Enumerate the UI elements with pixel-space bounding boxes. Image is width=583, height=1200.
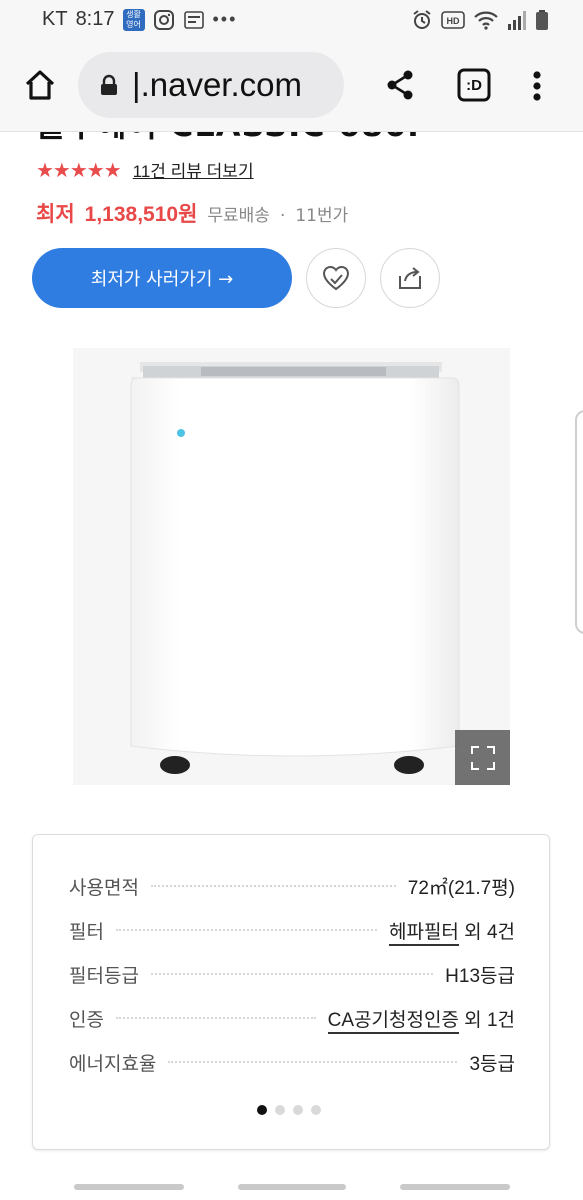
- spec-card: 사용면적 72㎡(21.7평) 필터 헤파필터 외 4건 필터등급 H13등급 …: [32, 834, 550, 1150]
- spec-row: 에너지효율 3등급: [69, 1045, 515, 1079]
- nav-hint-center: [238, 1184, 346, 1190]
- spec-link[interactable]: 헤파필터: [388, 921, 459, 946]
- spec-label: 필터등급: [69, 964, 139, 987]
- spec-value: 72㎡(21.7평): [407, 877, 515, 899]
- hd-icon: HD: [441, 11, 465, 29]
- spec-label: 필터: [69, 920, 104, 943]
- title-clip: 블루에어 CLASSIC 680i: [0, 132, 583, 148]
- shipping-info: 무료배송: [207, 206, 270, 226]
- signal-icon: [508, 11, 526, 30]
- dotted-leader: [115, 929, 377, 931]
- seller-name: 11번가: [295, 206, 349, 226]
- share-out-icon: [399, 267, 421, 289]
- fullscreen-icon: [470, 745, 495, 770]
- star-rating: ★★★★★: [36, 157, 122, 182]
- dotted-leader: [115, 1017, 316, 1019]
- share-product-button[interactable]: [380, 248, 440, 308]
- heart-icon: [322, 265, 350, 291]
- more-menu-button[interactable]: [520, 64, 554, 108]
- dotted-leader: [150, 885, 396, 887]
- home-button[interactable]: [18, 60, 62, 110]
- spec-suffix: 외 1건: [458, 1009, 515, 1031]
- buy-button-label: 최저가 사러가기 →: [90, 269, 234, 290]
- spec-suffix: 외 4건: [458, 921, 515, 943]
- product-title: 블루에어 CLASSIC 680i: [36, 132, 420, 146]
- page-dot[interactable]: [293, 1105, 303, 1115]
- alarm-icon: [413, 10, 431, 29]
- page-dot[interactable]: [311, 1105, 321, 1115]
- battery-icon: [536, 10, 548, 30]
- product-image[interactable]: [73, 348, 510, 785]
- url-text: |.naver.com: [132, 66, 302, 103]
- spec-label: 인증: [69, 1008, 104, 1031]
- share-button[interactable]: [378, 62, 422, 108]
- spec-value: H13등급: [445, 965, 515, 987]
- spec-row: 사용면적 72㎡(21.7평): [69, 869, 515, 903]
- tab-count-label: :D: [466, 76, 482, 94]
- buy-lowest-price-button[interactable]: 최저가 사러가기 →: [32, 248, 292, 308]
- dotted-leader: [168, 1061, 458, 1063]
- spec-label: 에너지효율: [69, 1052, 157, 1075]
- dotted-leader: [150, 973, 434, 975]
- lock-icon: [101, 74, 117, 95]
- browser-toolbar: |.naver.com :D: [0, 40, 583, 132]
- instagram-icon: [153, 9, 174, 30]
- separator-dot: ·: [279, 206, 286, 226]
- review-link[interactable]: 11건 리뷰 더보기: [133, 157, 254, 182]
- home-icon: [25, 70, 55, 100]
- lowest-price-label: 최저: [36, 202, 75, 226]
- expand-image-button[interactable]: [455, 730, 510, 785]
- spec-link[interactable]: CA공기청정인증: [327, 1009, 459, 1034]
- spec-label: 사용면적: [69, 876, 139, 899]
- spec-row: 필터등급 H13등급: [69, 957, 515, 991]
- edge-panel-handle[interactable]: [575, 410, 583, 634]
- wishlist-button[interactable]: [306, 248, 366, 308]
- notification-app-icon: [183, 10, 204, 29]
- share-icon: [387, 70, 413, 100]
- rating-row: ★★★★★ 11건 리뷰 더보기: [36, 157, 254, 182]
- tab-switcher-button[interactable]: :D: [454, 64, 494, 106]
- spec-value: 3등급: [469, 1053, 515, 1075]
- wifi-icon: [474, 11, 498, 30]
- page-dot[interactable]: [275, 1105, 285, 1115]
- spec-value: CA공기청정인증 외 1건: [327, 1005, 515, 1034]
- spec-value: 헤파필터 외 4건: [388, 917, 515, 946]
- lowest-price: 1,138,510원: [84, 203, 198, 226]
- price-row: 최저 1,138,510원 무료배송 · 11번가: [36, 198, 348, 228]
- spec-row: 인증 CA공기청정인증 외 1건: [69, 1001, 515, 1035]
- svg-text:HD: HD: [447, 16, 460, 26]
- clock: 8:17: [75, 8, 115, 30]
- nav-hint-right: [400, 1184, 510, 1190]
- status-bar: KT 8:17 생활 영어 ••• HD: [0, 0, 583, 40]
- page-dot-active[interactable]: [257, 1105, 267, 1115]
- app-badge-icon: 생활 영어: [122, 8, 145, 31]
- air-purifier-image: [130, 362, 460, 774]
- page-indicator: [257, 1105, 321, 1115]
- more-notifications-icon: •••: [212, 9, 238, 29]
- nav-hint-left: [74, 1184, 184, 1190]
- more-vert-icon: [533, 71, 541, 101]
- carrier-label: KT: [42, 8, 68, 30]
- address-bar[interactable]: |.naver.com: [78, 52, 344, 118]
- spec-row: 필터 헤파필터 외 4건: [69, 913, 515, 947]
